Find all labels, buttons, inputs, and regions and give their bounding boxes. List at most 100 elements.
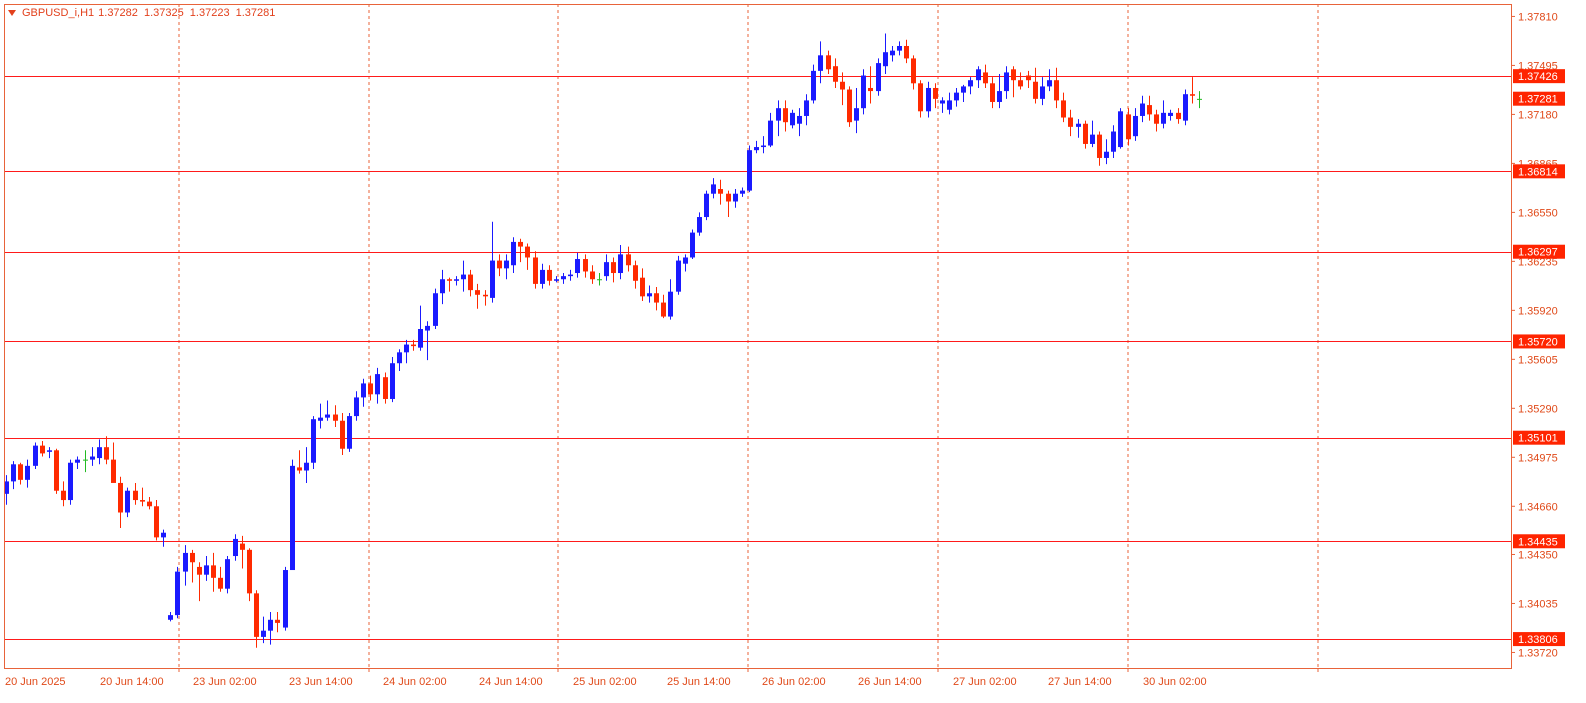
candle-body — [1076, 123, 1081, 127]
candle — [1183, 89, 1188, 126]
level-label: 1.36814 — [1513, 164, 1565, 179]
time-label: 30 Jun 02:00 — [1143, 676, 1207, 688]
price-chart[interactable]: 1.378101.374951.371801.368651.365501.362… — [0, 0, 1586, 703]
candle-body — [897, 45, 902, 51]
candle — [633, 260, 638, 289]
candle — [697, 212, 702, 236]
price-tick-label: 1.34975 — [1518, 452, 1558, 464]
candle — [854, 87, 859, 134]
candle-body — [833, 66, 838, 82]
candle — [547, 265, 552, 286]
price-tick-label: 1.33720 — [1518, 647, 1558, 659]
candle-body — [61, 490, 66, 501]
candle-body — [611, 262, 616, 274]
candle — [440, 269, 445, 305]
candle-body — [904, 45, 909, 59]
candle — [640, 268, 645, 302]
symbol-header: GBPUSD_i,H1 1.37282 1.37325 1.37223 1.37… — [8, 7, 278, 19]
candle-body — [197, 566, 202, 575]
candle — [1083, 120, 1088, 149]
candle-body — [583, 259, 588, 272]
candle-body — [890, 50, 895, 56]
candle-body — [1090, 134, 1095, 144]
candle-body — [218, 577, 223, 589]
time-label: 27 Jun 14:00 — [1048, 676, 1112, 688]
candle-body — [54, 450, 59, 491]
candle-body — [997, 91, 1002, 102]
candle — [211, 552, 216, 592]
candle-body — [976, 69, 981, 81]
candle-body — [733, 193, 738, 202]
candle — [1118, 108, 1123, 149]
candle — [404, 339, 409, 364]
candle — [504, 254, 509, 280]
candle — [711, 178, 716, 199]
candle-body — [704, 193, 709, 218]
candle-body — [1018, 80, 1023, 87]
candle-body — [547, 269, 552, 281]
candle — [418, 305, 423, 351]
price-tick-label: 1.35605 — [1518, 354, 1558, 366]
candle-body — [311, 419, 316, 463]
candle-body — [33, 445, 38, 466]
candle-body — [518, 241, 523, 247]
level-label: 1.37426 — [1513, 69, 1565, 84]
candle — [776, 100, 781, 137]
candle-body — [497, 260, 502, 269]
candle — [1161, 100, 1166, 129]
candle — [540, 263, 545, 289]
candle-body — [668, 291, 673, 317]
candle-body — [540, 269, 545, 284]
candle-body — [1004, 72, 1009, 92]
candle — [983, 64, 988, 88]
candle — [190, 549, 195, 583]
candle — [1061, 92, 1066, 123]
candle-body — [83, 459, 88, 461]
candle-body — [840, 81, 845, 90]
candle-body — [454, 279, 459, 281]
price-tick-label: 1.35290 — [1518, 403, 1558, 415]
candle-body — [1068, 117, 1073, 127]
current-price-label: 1.37281 — [1513, 91, 1565, 106]
time-label: 27 Jun 02:00 — [953, 676, 1017, 688]
candle-body — [333, 414, 338, 421]
candle-body — [783, 108, 788, 123]
candle — [533, 251, 538, 289]
candle-body — [654, 293, 659, 303]
candle-body — [383, 377, 388, 399]
candle — [1054, 67, 1059, 109]
candle — [447, 277, 452, 292]
candle-body — [947, 100, 952, 110]
candle-body — [290, 465, 295, 571]
candle-body — [161, 532, 166, 538]
candle-body — [590, 271, 595, 280]
candle-body — [726, 193, 731, 202]
candle-body — [154, 506, 159, 538]
chart-frame — [4, 4, 1512, 669]
candle — [218, 566, 223, 592]
candle — [104, 436, 109, 465]
level-label: 1.34435 — [1513, 534, 1565, 549]
candle — [511, 237, 516, 274]
candle-body — [204, 565, 209, 575]
candle-body — [68, 462, 73, 501]
candle-body — [261, 630, 266, 637]
candle — [40, 440, 45, 457]
candle — [18, 462, 23, 485]
candle — [990, 77, 995, 109]
candle — [161, 529, 166, 547]
time-label: 20 Jun 2025 — [5, 676, 66, 688]
candle-body — [811, 70, 816, 101]
candle — [718, 179, 723, 205]
price-axis[interactable]: 1.378101.374951.371801.368651.365501.362… — [1511, 11, 1565, 659]
time-axis[interactable]: 20 Jun 2025 20 Jun 14:00 23 Jun 02:00 23 Ju… — [5, 668, 1319, 688]
candle-body — [447, 279, 452, 281]
dropdown-arrow-icon[interactable] — [8, 10, 16, 16]
candle — [804, 94, 809, 126]
candle-body — [568, 274, 573, 277]
candle — [947, 92, 952, 115]
candle-body — [1104, 151, 1109, 158]
candle — [11, 461, 16, 490]
candle — [75, 456, 80, 469]
candle — [997, 73, 1002, 109]
